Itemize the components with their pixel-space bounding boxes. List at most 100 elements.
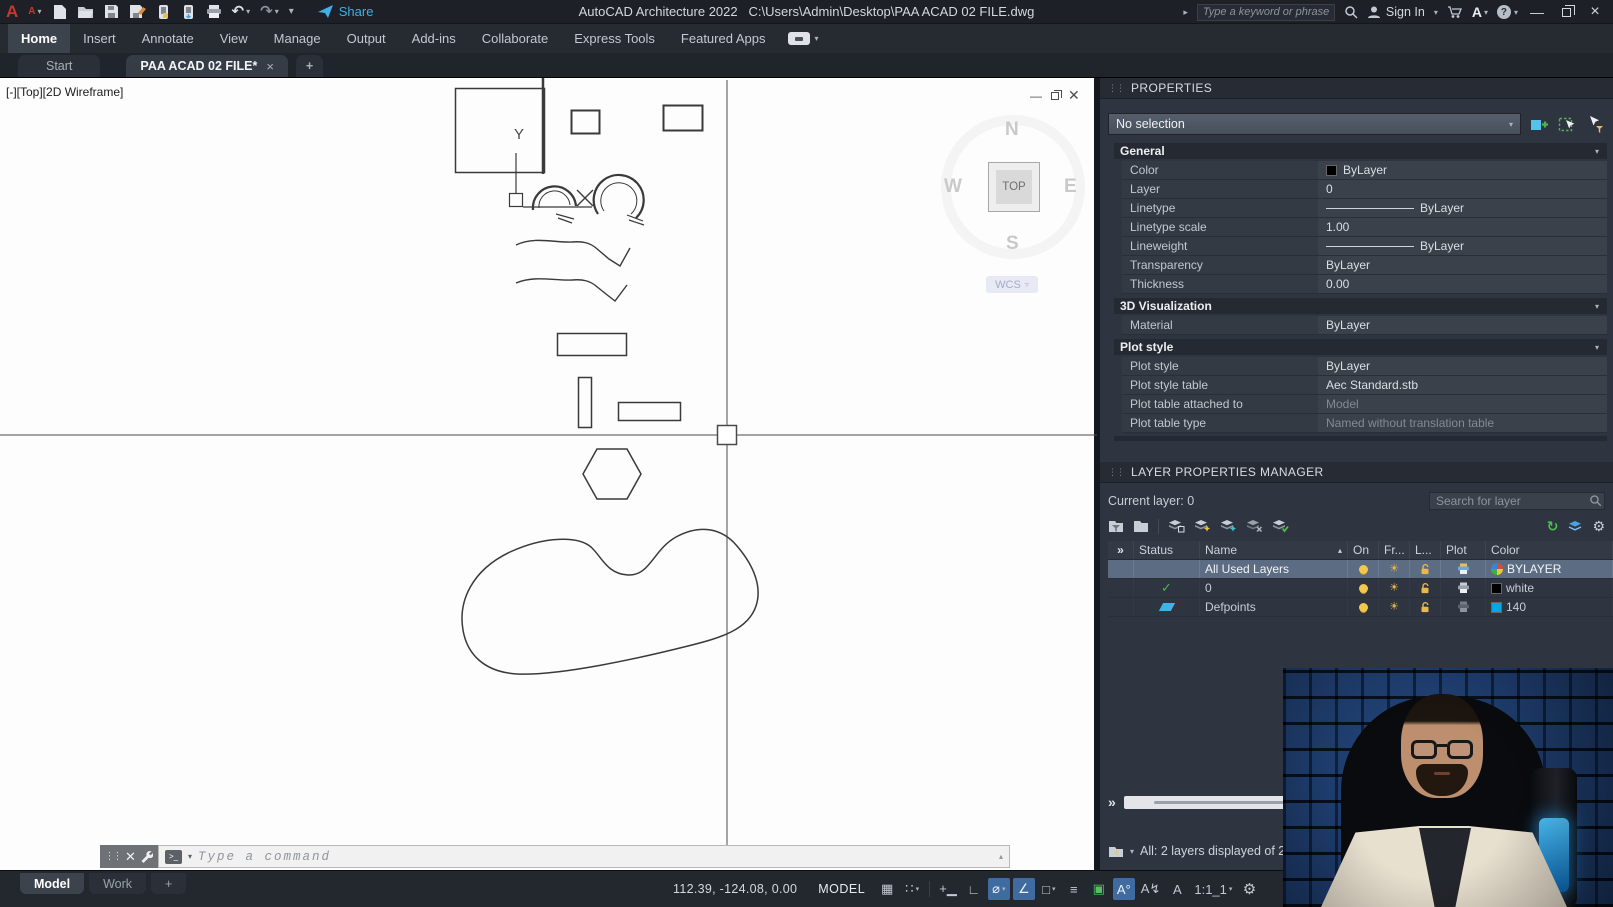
file-tab-current[interactable]: PAA ACAD 02 FILE*× bbox=[126, 55, 288, 77]
property-row-layer[interactable]: Layer 0 bbox=[1122, 180, 1607, 199]
section-general[interactable]: General▾ bbox=[1114, 143, 1607, 159]
quick-select-button[interactable] bbox=[1585, 114, 1605, 134]
annotation-scale-value[interactable]: 1:1_1▾ bbox=[1191, 878, 1235, 900]
plot-button[interactable] bbox=[206, 4, 222, 19]
delete-layer-button[interactable] bbox=[1246, 519, 1263, 533]
close-tab-icon[interactable]: × bbox=[266, 59, 274, 74]
tab-view[interactable]: View bbox=[207, 24, 261, 53]
close-button[interactable]: × bbox=[1585, 3, 1605, 21]
sign-in-dropdown-icon[interactable]: ▾ bbox=[1434, 8, 1438, 17]
cart-icon[interactable] bbox=[1447, 5, 1463, 19]
property-row-material[interactable]: Material ByLayer bbox=[1122, 316, 1607, 335]
property-value[interactable]: 1.00 bbox=[1318, 218, 1607, 236]
new-property-filter-button[interactable] bbox=[1108, 519, 1124, 533]
app-menu-button[interactable]: A bbox=[6, 3, 18, 20]
layer-lock-toggle[interactable] bbox=[1410, 598, 1441, 616]
drawing-close-icon[interactable]: ✕ bbox=[1068, 87, 1080, 104]
tab-output[interactable]: Output bbox=[334, 24, 399, 53]
property-row-linetype[interactable]: Linetype ByLayer bbox=[1122, 199, 1607, 218]
chevron-down-icon[interactable]: ▾ bbox=[1130, 847, 1134, 856]
command-input-field[interactable]: >_ ▾ ▴ bbox=[158, 845, 1010, 868]
share-button[interactable]: Share bbox=[318, 4, 374, 19]
help-button[interactable]: ?▾ bbox=[1497, 5, 1518, 19]
property-row-plot-style-table[interactable]: Plot style table Aec Standard.stb bbox=[1122, 376, 1607, 395]
model-space-button[interactable]: MODEL bbox=[810, 878, 873, 900]
tab-collaborate[interactable]: Collaborate bbox=[469, 24, 562, 53]
drawing-minimize-icon[interactable]: — bbox=[1030, 89, 1042, 103]
property-value[interactable]: 0.00 bbox=[1318, 275, 1607, 293]
column-lock[interactable]: L... bbox=[1410, 541, 1441, 559]
layer-on-toggle[interactable] bbox=[1348, 598, 1379, 616]
property-value[interactable]: Aec Standard.stb bbox=[1318, 376, 1607, 394]
column-freeze[interactable]: Fr... bbox=[1379, 541, 1410, 559]
annotation-scale-icon[interactable]: A bbox=[1166, 878, 1188, 900]
tab-express-tools[interactable]: Express Tools bbox=[561, 24, 668, 53]
layer-row-0[interactable]: ✓ 0 ☀ white bbox=[1108, 579, 1613, 598]
tab-featured-apps[interactable]: Featured Apps bbox=[668, 24, 779, 53]
tab-work[interactable]: Work bbox=[89, 873, 146, 894]
property-value[interactable]: ByLayer bbox=[1318, 256, 1607, 274]
tab-model[interactable]: Model bbox=[20, 873, 84, 894]
layer-name[interactable]: 0 bbox=[1200, 579, 1348, 597]
viewcube-west[interactable]: W bbox=[944, 176, 962, 198]
property-value[interactable]: ByLayer bbox=[1318, 237, 1607, 255]
new-layer-vp-frozen-button[interactable] bbox=[1220, 519, 1237, 533]
object-snap-icon[interactable]: □▾ bbox=[1038, 878, 1060, 900]
layer-name[interactable]: Defpoints bbox=[1200, 598, 1348, 616]
restore-button[interactable] bbox=[1556, 4, 1576, 20]
qat-customize-button[interactable]: ▾ bbox=[289, 6, 294, 17]
layer-lock-toggle[interactable] bbox=[1410, 579, 1441, 597]
annotation-visibility-icon[interactable]: A° bbox=[1113, 878, 1135, 900]
properties-header[interactable]: ⋮⋮ PROPERTIES bbox=[1100, 78, 1613, 99]
property-value[interactable]: ByLayer bbox=[1318, 199, 1607, 217]
layer-color-cell[interactable]: white bbox=[1486, 579, 1613, 597]
property-value[interactable]: ByLayer bbox=[1318, 357, 1607, 375]
collapse-panel-button[interactable]: » bbox=[1108, 794, 1116, 810]
viewcube-south[interactable]: S bbox=[1006, 233, 1019, 255]
layer-previous-button[interactable] bbox=[1567, 520, 1583, 533]
wcs-menu[interactable]: WCS▿ bbox=[986, 276, 1038, 293]
customize-wrench-icon[interactable] bbox=[140, 850, 153, 863]
section-3d-visualization[interactable]: 3D Visualization▾ bbox=[1114, 298, 1607, 314]
drag-grip-icon[interactable]: ⋮⋮ bbox=[105, 851, 121, 862]
minimize-button[interactable]: — bbox=[1527, 4, 1547, 20]
drawing-restore-icon[interactable] bbox=[1051, 92, 1059, 100]
selection-cycling-icon[interactable]: ▣ bbox=[1088, 878, 1110, 900]
viewcube-east[interactable]: E bbox=[1064, 176, 1077, 198]
open-from-web-button[interactable] bbox=[156, 4, 171, 20]
property-row-transparency[interactable]: Transparency ByLayer bbox=[1122, 256, 1607, 275]
command-input[interactable] bbox=[198, 850, 993, 864]
polar-tracking-icon[interactable]: ⌀▾ bbox=[988, 878, 1010, 900]
workspace-dropdown[interactable]: A▾ bbox=[28, 6, 41, 17]
property-row-color[interactable]: Color ByLayer bbox=[1122, 161, 1607, 180]
property-row-linetype-scale[interactable]: Linetype scale 1.00 bbox=[1122, 218, 1607, 237]
selection-combo[interactable]: No selection ▾ bbox=[1108, 113, 1521, 135]
snap-mode-icon[interactable]: ∷▾ bbox=[901, 878, 923, 900]
column-status[interactable]: Status bbox=[1134, 541, 1200, 559]
save-to-web-button[interactable] bbox=[181, 4, 196, 20]
dynamic-input-icon[interactable]: +▁ bbox=[936, 878, 960, 900]
recent-commands-icon[interactable]: ▾ bbox=[188, 852, 192, 861]
layer-freeze-toggle[interactable]: ☀ bbox=[1379, 598, 1410, 616]
save-button[interactable] bbox=[104, 4, 119, 19]
property-row-plot-table-attached[interactable]: Plot table attached to Model bbox=[1122, 395, 1607, 414]
layer-freeze-toggle[interactable]: ☀ bbox=[1379, 560, 1410, 578]
column-on[interactable]: On bbox=[1348, 541, 1379, 559]
keyword-search-input[interactable] bbox=[1197, 4, 1335, 21]
layer-plot-toggle[interactable] bbox=[1441, 598, 1486, 616]
property-row-lineweight[interactable]: Lineweight ByLayer bbox=[1122, 237, 1607, 256]
search-expand-icon[interactable]: ▸ bbox=[1183, 7, 1188, 18]
isometric-drafting-icon[interactable]: ∠ bbox=[1013, 878, 1035, 900]
tab-insert[interactable]: Insert bbox=[70, 24, 129, 53]
layer-color-cell[interactable]: BYLAYER bbox=[1486, 560, 1613, 578]
column-color[interactable]: Color bbox=[1486, 541, 1613, 559]
viewport-controls[interactable]: [-][Top][2D Wireframe] bbox=[6, 85, 123, 99]
set-current-layer-button[interactable] bbox=[1272, 519, 1289, 533]
file-tab-start[interactable]: Start bbox=[18, 55, 100, 77]
undo-button[interactable]: ↶▾ bbox=[232, 4, 251, 19]
column-plot[interactable]: Plot bbox=[1441, 541, 1486, 559]
column-name[interactable]: Name▴ bbox=[1200, 541, 1348, 559]
ribbon-display-toggle[interactable]: ▾ bbox=[788, 24, 818, 53]
new-tab-button[interactable]: + bbox=[296, 55, 323, 77]
lineweight-display-icon[interactable]: ≡ bbox=[1063, 878, 1085, 900]
